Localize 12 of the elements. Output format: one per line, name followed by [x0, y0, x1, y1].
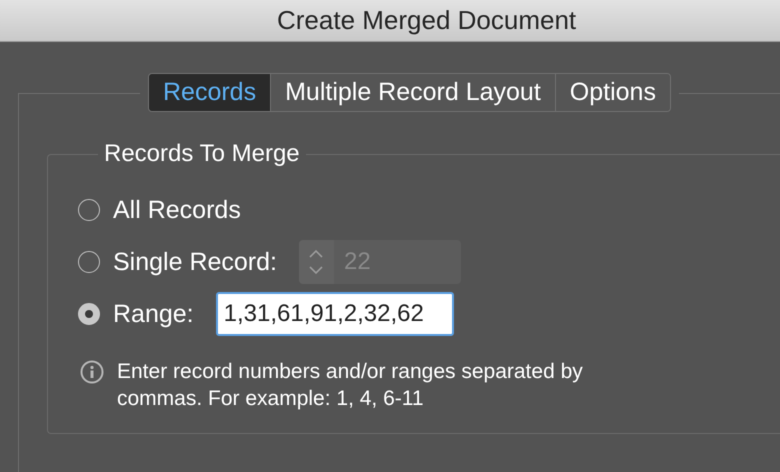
- radio-label: All Records: [113, 196, 241, 224]
- range-input[interactable]: 1,31,61,91,2,32,62: [216, 292, 454, 336]
- group-title: Records To Merge: [103, 140, 301, 168]
- radio-label: Range:: [113, 300, 194, 328]
- tab[interactable]: Records: [149, 74, 270, 111]
- radio-button[interactable]: [78, 303, 100, 325]
- tab[interactable]: Options: [554, 74, 670, 111]
- radio-button[interactable]: [78, 199, 100, 221]
- radio-label: Single Record:: [113, 248, 277, 276]
- window-title: Create Merged Document: [277, 5, 576, 36]
- hint-text: Enter record numbers and/or ranges separated by commas. For example: 1, 4, 6-11: [117, 359, 584, 412]
- info-icon: [80, 360, 104, 384]
